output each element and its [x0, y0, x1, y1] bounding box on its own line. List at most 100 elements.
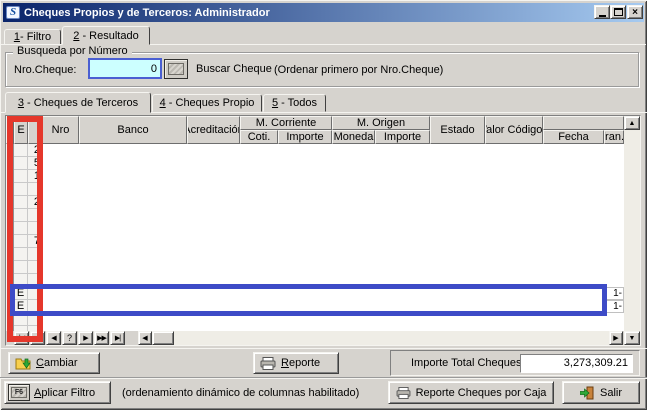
- col-header-fecha[interactable]: Fecha: [543, 130, 604, 144]
- col-header-valor-codigo-label: Valor Código: [485, 124, 542, 136]
- close-icon: ×: [632, 7, 638, 18]
- ordenar-hint: (Ordenar primero por Nro.Cheque): [274, 64, 443, 76]
- cambiar-button[interactable]: Cambiar: [8, 352, 100, 374]
- window-title: Cheques Propios y de Terceros: Administr…: [24, 7, 270, 19]
- grid-cell-peek[interactable]: 2: [28, 144, 41, 157]
- scroll-down-icon: ▼: [629, 335, 636, 342]
- col-header-importe-mo[interactable]: Importe: [375, 130, 430, 144]
- folder-change-icon: [15, 356, 31, 370]
- nav-search-button[interactable]: ?: [62, 331, 77, 345]
- app-window: S Cheques Propios y de Terceros: Adminis…: [0, 0, 647, 410]
- grid-cell-peek[interactable]: 1: [28, 170, 41, 183]
- col-header-tran-label: Tran.: [604, 131, 624, 143]
- nav-next-page-button[interactable]: ▶▶: [94, 331, 109, 345]
- nav-first-icon: |◀: [19, 334, 24, 342]
- col-header-importe-mc-label: Importe: [286, 131, 323, 143]
- maximize-icon: [614, 8, 623, 16]
- tab-resultado[interactable]: 2 - Resultado: [62, 26, 150, 45]
- col-header-importe-mc[interactable]: Importe: [278, 130, 332, 144]
- group-header-m-origen[interactable]: M. Origen: [332, 116, 430, 130]
- close-button[interactable]: ×: [627, 5, 643, 19]
- col-header-e[interactable]: E: [14, 116, 28, 144]
- tab-todos-label: 5 - Todos: [272, 97, 317, 109]
- reporte-cheques-caja-button[interactable]: Reporte Cheques por Caja: [388, 381, 554, 404]
- group-header-fecha-tran[interactable]: [543, 116, 624, 130]
- col-header-banco[interactable]: Banco: [79, 116, 187, 144]
- nav-last-button[interactable]: ▶|: [110, 331, 125, 345]
- tab-todos[interactable]: 5 - Todos: [263, 94, 326, 112]
- v-scroll-up-arrow[interactable]: ▲: [624, 116, 640, 130]
- col-header-nro[interactable]: Nro: [42, 116, 79, 144]
- group-m-origen-label: M. Origen: [357, 117, 405, 129]
- grid-cell-tran[interactable]: 1-: [604, 300, 624, 313]
- total-label: Importe Total Cheques:: [411, 357, 525, 369]
- aplicar-filtro-button[interactable]: F6 Aplicar Filtro: [4, 381, 111, 404]
- tab-filtro[interactable]: 1- Filtro: [4, 29, 61, 45]
- nav-prior-page-button[interactable]: ◀◀: [30, 331, 45, 345]
- nav-prior-icon: ◀: [51, 334, 55, 342]
- minimize-button[interactable]: [594, 5, 610, 19]
- grid-cell-e[interactable]: E: [14, 287, 27, 300]
- col-header-moneda[interactable]: Moneda: [332, 130, 375, 144]
- title-bar[interactable]: S Cheques Propios y de Terceros: Adminis…: [3, 3, 644, 22]
- h-scroll-left-arrow[interactable]: ◀: [138, 331, 152, 345]
- printer-icon: [260, 357, 276, 370]
- col-header-acreditacion[interactable]: Acreditación: [187, 116, 240, 144]
- v-scroll-down-arrow[interactable]: ▼: [624, 331, 640, 345]
- col-header-valor-codigo[interactable]: Valor Código: [485, 116, 543, 144]
- nav-search-icon: ?: [67, 333, 72, 343]
- app-icon: S: [6, 6, 20, 19]
- reporte-label: Reporte: [281, 357, 320, 369]
- col-header-tran[interactable]: Tran.: [604, 130, 624, 144]
- col-header-coti[interactable]: Coti.: [240, 130, 278, 144]
- tab-cheques-propios[interactable]: 4 - Cheques Propio: [152, 94, 262, 112]
- footer-divider-bottom: [0, 377, 647, 379]
- col-header-acreditacion-label: Acreditación: [187, 124, 240, 136]
- ordenamiento-hint: (ordenamiento dinámico de columnas habil…: [122, 387, 359, 399]
- search-groupbox: Busqueda por Número Nro.Cheque: Buscar C…: [5, 52, 639, 87]
- h-scroll-right-arrow[interactable]: ▶: [609, 331, 623, 345]
- col-header-estado[interactable]: Estado: [430, 116, 485, 144]
- minimize-icon: [599, 15, 606, 17]
- nav-prior-button[interactable]: ◀: [46, 331, 61, 345]
- f6-key-icon: F6: [8, 384, 30, 401]
- aplicar-filtro-label: Aplicar Filtro: [34, 387, 95, 399]
- col-header-fecha-label: Fecha: [558, 131, 589, 143]
- indicator-header: [6, 116, 14, 144]
- tab-terceros-label: 3 - Cheques de Terceros: [18, 97, 138, 109]
- grid-indicator-column: [6, 116, 14, 331]
- h-scrollbar-thumb[interactable]: [152, 331, 174, 345]
- tab-propios-label: 4 - Cheques Propio: [160, 97, 255, 109]
- salir-button[interactable]: Salir: [562, 381, 640, 404]
- v-scrollbar-track[interactable]: [624, 116, 640, 345]
- cambiar-label: Cambiar: [36, 357, 78, 369]
- grid-cell-peek[interactable]: 2: [28, 196, 41, 209]
- nav-next-page-icon: ▶▶: [97, 334, 106, 342]
- grid-cell-e[interactable]: E: [14, 300, 27, 313]
- nav-next-button[interactable]: ▶: [78, 331, 93, 345]
- maximize-button[interactable]: [610, 5, 626, 19]
- col-header-nro-label: Nro: [52, 124, 70, 136]
- col-header-blank[interactable]: [28, 116, 42, 144]
- nro-cheque-input[interactable]: [88, 58, 162, 79]
- tab-resultado-label: 2 - Resultado: [73, 30, 138, 42]
- tab-filtro-label: 1- Filtro: [14, 31, 51, 43]
- h-scrollbar-track[interactable]: [138, 331, 623, 345]
- group-m-corriente-label: M. Corriente: [256, 117, 317, 129]
- key-icon: [164, 59, 188, 79]
- buscar-cheque-label: Buscar Cheque: [196, 63, 272, 75]
- printer-icon: [396, 387, 411, 399]
- col-header-coti-label: Coti.: [248, 131, 271, 143]
- grid-cell-tran[interactable]: 1-: [604, 287, 624, 300]
- nav-prior-page-icon: ◀◀: [33, 334, 42, 342]
- exit-door-icon: [580, 386, 595, 400]
- grid-cell-peek[interactable]: 7: [28, 235, 41, 248]
- grid-cell-peek[interactable]: 5: [28, 157, 41, 170]
- f6-key-label: F6: [15, 389, 23, 396]
- nav-first-button[interactable]: |◀: [14, 331, 29, 345]
- nro-cheque-label: Nro.Cheque:: [14, 64, 76, 76]
- nav-last-icon: ▶|: [115, 334, 120, 342]
- group-header-m-corriente[interactable]: M. Corriente: [240, 116, 332, 130]
- reporte-button[interactable]: Reporte: [253, 352, 339, 374]
- tab-cheques-terceros[interactable]: 3 - Cheques de Terceros: [5, 92, 151, 113]
